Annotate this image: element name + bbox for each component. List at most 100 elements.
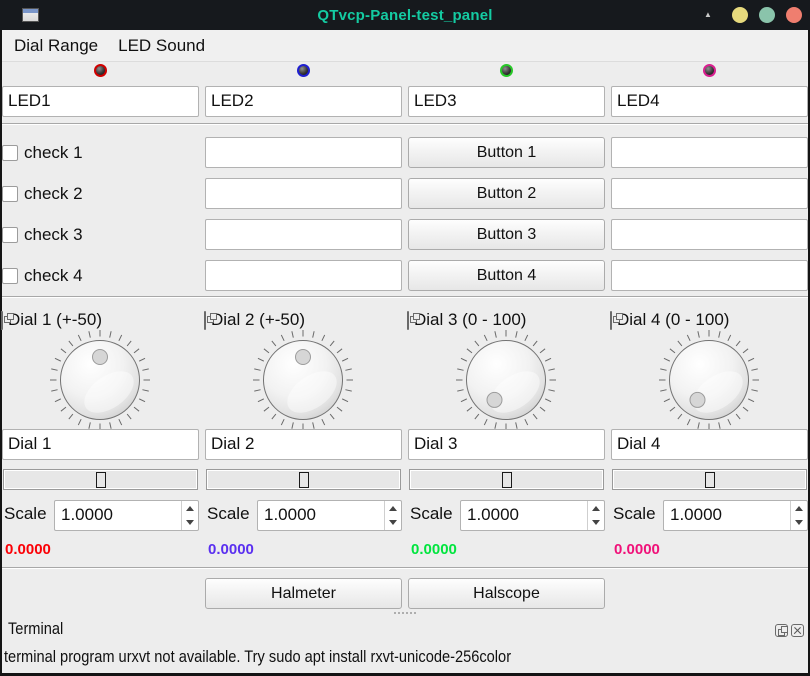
scale-spinbox[interactable]: 1.0000: [257, 500, 402, 531]
splitter-handle[interactable]: [394, 612, 416, 614]
window-title: QTvcp-Panel-test_panel: [0, 7, 810, 24]
detach-icon[interactable]: [204, 311, 206, 330]
checkbox-check-3[interactable]: check 3: [2, 219, 83, 250]
separator: [2, 567, 808, 569]
checkbox-label: check 3: [24, 225, 83, 245]
value-readout: 0.0000: [5, 541, 51, 558]
spinbox-buttons: [587, 501, 604, 530]
dial-knob[interactable]: [451, 325, 561, 435]
window-body: Dial Range LED Sound LED1 LED2 LED3 LED4…: [0, 30, 810, 676]
checkbox-box: [2, 268, 18, 284]
menu-item-led-sound[interactable]: LED Sound: [110, 33, 213, 59]
checkbox-check-1[interactable]: check 1: [2, 137, 83, 168]
button-1[interactable]: Button 1: [408, 137, 605, 168]
spin-down-button[interactable]: [791, 516, 807, 531]
button-2[interactable]: Button 2: [408, 178, 605, 209]
spin-up-button[interactable]: [791, 501, 807, 516]
spin-up-button[interactable]: [385, 501, 401, 516]
checkbox-check-2[interactable]: check 2: [2, 178, 83, 209]
spinbox-value[interactable]: 1.0000: [55, 501, 181, 530]
entry-input-2[interactable]: [205, 178, 402, 209]
spinbox-buttons: [181, 501, 198, 530]
checkbox-check-4[interactable]: check 4: [2, 260, 83, 291]
arrow-down-icon: [592, 520, 600, 525]
led-indicator-3: [500, 64, 513, 77]
halscope-button[interactable]: Halscope: [408, 578, 605, 609]
detach-icon[interactable]: [407, 311, 409, 330]
spin-down-button[interactable]: [182, 516, 198, 531]
dial-bar: [409, 469, 604, 490]
scale-label: Scale: [410, 504, 453, 524]
scale-spinbox[interactable]: 1.0000: [54, 500, 199, 531]
detach-icon[interactable]: [1, 311, 3, 330]
terminal-output: terminal program urxvt not available. Tr…: [4, 647, 594, 667]
led-name-input-1[interactable]: LED1: [2, 86, 199, 117]
led-indicator-4: [703, 64, 716, 77]
right-entry-input-2[interactable]: [611, 178, 808, 209]
terminal-dock-title: Terminal: [8, 619, 72, 639]
right-entry-input-3[interactable]: [611, 219, 808, 250]
checkbox-label: check 1: [24, 143, 83, 163]
separator: [2, 123, 808, 125]
window-titlebar: QTvcp-Panel-test_panel ▲: [0, 0, 810, 30]
window-button-maximize[interactable]: [759, 7, 775, 23]
window-button-close[interactable]: [786, 7, 802, 23]
button-3[interactable]: Button 3: [408, 219, 605, 250]
entry-input-3[interactable]: [205, 219, 402, 250]
led-name-input-3[interactable]: LED3: [408, 86, 605, 117]
value-readout: 0.0000: [411, 541, 457, 558]
dial-bar: [206, 469, 401, 490]
arrow-up-icon: [592, 506, 600, 511]
spin-up-button[interactable]: [182, 501, 198, 516]
spin-down-button[interactable]: [385, 516, 401, 531]
button-4[interactable]: Button 4: [408, 260, 605, 291]
dial-knob[interactable]: [45, 325, 155, 435]
scale-label: Scale: [4, 504, 47, 524]
led-name-input-4[interactable]: LED4: [611, 86, 808, 117]
led-name-input-2[interactable]: LED2: [205, 86, 402, 117]
dial-name-input[interactable]: Dial 4: [611, 429, 808, 460]
shade-button[interactable]: ▲: [702, 10, 714, 20]
dial-name-input[interactable]: Dial 3: [408, 429, 605, 460]
dial-knob[interactable]: [248, 325, 358, 435]
spinbox-value[interactable]: 1.0000: [461, 501, 587, 530]
checkbox-label: check 4: [24, 266, 83, 286]
scale-label: Scale: [207, 504, 250, 524]
menu-item-dial-range[interactable]: Dial Range: [6, 33, 106, 59]
detach-icon[interactable]: [610, 311, 612, 330]
window-button-minimize[interactable]: [732, 7, 748, 23]
dial-column-1: Dial 1 (+-50) Dial 1 Scale 1.0000 0.0000: [2, 308, 199, 566]
scale-spinbox[interactable]: 1.0000: [663, 500, 808, 531]
dial-name-input[interactable]: Dial 1: [2, 429, 199, 460]
dock-float-icon[interactable]: [775, 624, 788, 637]
arrow-up-icon: [795, 506, 803, 511]
dial-bar: [612, 469, 807, 490]
arrow-up-icon: [389, 506, 397, 511]
right-entry-input-4[interactable]: [611, 260, 808, 291]
spin-down-button[interactable]: [588, 516, 604, 531]
window-icon: [22, 8, 39, 22]
entry-input-4[interactable]: [205, 260, 402, 291]
separator: [2, 296, 808, 298]
spinbox-buttons: [384, 501, 401, 530]
halmeter-button[interactable]: Halmeter: [205, 578, 402, 609]
arrow-down-icon: [389, 520, 397, 525]
spinbox-buttons: [790, 501, 807, 530]
scale-spinbox[interactable]: 1.0000: [460, 500, 605, 531]
dial-knob[interactable]: [654, 325, 764, 435]
right-entry-input-1[interactable]: [611, 137, 808, 168]
spinbox-value[interactable]: 1.0000: [664, 501, 790, 530]
dial-column-3: Dial 3 (0 - 100) Dial 3 Scale 1.0000 0.0…: [408, 308, 605, 566]
missing-glyph-icon: [502, 472, 512, 488]
dial-column-4: Dial 4 (0 - 100) Dial 4 Scale 1.0000 0.0…: [611, 308, 808, 566]
spin-up-button[interactable]: [588, 501, 604, 516]
menubar: Dial Range LED Sound: [2, 30, 808, 62]
dock-close-icon[interactable]: [791, 624, 804, 637]
led-indicator-2: [297, 64, 310, 77]
value-readout: 0.0000: [614, 541, 660, 558]
terminal-message: terminal program urxvt not available. Tr…: [4, 647, 511, 667]
entry-input-1[interactable]: [205, 137, 402, 168]
spinbox-value[interactable]: 1.0000: [258, 501, 384, 530]
dial-name-input[interactable]: Dial 2: [205, 429, 402, 460]
checkbox-label: check 2: [24, 184, 83, 204]
